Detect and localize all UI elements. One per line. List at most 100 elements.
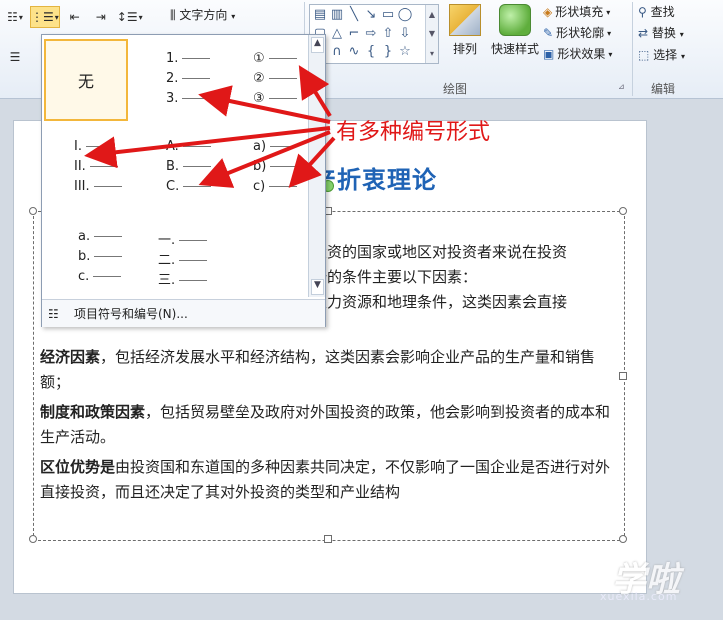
text-direction-icon: ⫼: [170, 8, 180, 22]
replace-icon: ⇄: [638, 26, 649, 40]
number-sample: ③: [253, 91, 297, 106]
number-sample: B.: [166, 159, 212, 174]
number-sample: II.: [74, 159, 118, 174]
quick-styles-label: 快速样式: [490, 42, 539, 56]
vertical-textbox-shape-icon[interactable]: ▥: [329, 7, 345, 23]
paragraph-heading: 区位优势是: [40, 458, 116, 476]
number-sample: 1.: [166, 51, 211, 66]
replace-button[interactable]: ⇄ 替换 ▾: [638, 23, 685, 45]
select-button[interactable]: ⬚ 选择 ▾: [638, 45, 685, 67]
textbox-shape-icon[interactable]: ▤: [312, 7, 328, 23]
numbering-button[interactable]: ⋮☰ ▾: [30, 6, 60, 28]
shape-format-list: ◈ 形状填充 ▾ ✎ 形状轮廓 ▾ ▣ 形状效果 ▾: [543, 2, 612, 65]
replace-label: 替换: [651, 26, 676, 40]
scroll-up-icon[interactable]: ▲: [311, 37, 324, 53]
list-icon: ☷: [48, 306, 59, 321]
number-sample: ①: [253, 51, 297, 66]
editing-group-label: 编辑: [651, 82, 676, 96]
find-label: 查找: [650, 5, 675, 19]
rectangle-shape-icon[interactable]: ▭: [380, 7, 396, 23]
number-sample: b.: [78, 249, 123, 264]
select-label: 选择: [653, 48, 678, 62]
number-sample: a.: [78, 229, 123, 244]
quick-styles-icon: [499, 4, 531, 36]
number-sample: c.: [78, 269, 122, 284]
gallery-scrollbar[interactable]: ▲ ▼: [308, 35, 325, 297]
quick-styles-button[interactable]: 快速样式: [488, 4, 542, 57]
paragraph-heading: 经济因素: [40, 348, 101, 366]
line-spacing-icon[interactable]: ↕☰ ▾: [116, 6, 144, 28]
number-sample: 二.: [158, 249, 208, 268]
drawing-group-label: 绘图: [443, 82, 468, 96]
numbering-none-option[interactable]: 无: [44, 39, 128, 121]
number-sample: 2.: [166, 71, 211, 86]
shape-outline-button[interactable]: ✎ 形状轮廓 ▾: [543, 23, 612, 44]
editing-group: ⚲ 查找 ⇄ 替换 ▾ ⬚ 选择 ▾: [638, 2, 685, 67]
number-sample: c): [253, 179, 298, 194]
oval-shape-icon[interactable]: ◯: [397, 7, 413, 23]
shape-effects-button[interactable]: ▣ 形状效果 ▾: [543, 44, 612, 65]
shape-fill-button[interactable]: ◈ 形状填充 ▾: [543, 2, 612, 23]
number-sample: ②: [253, 71, 297, 86]
resize-handle[interactable]: [29, 535, 37, 543]
number-sample: C.: [166, 179, 212, 194]
number-sample: III.: [74, 179, 122, 194]
shape-effects-label: 形状效果: [557, 47, 606, 61]
left-brace-shape-icon[interactable]: {: [363, 44, 379, 60]
number-sample: a): [253, 139, 299, 154]
arrange-icon: [449, 4, 481, 36]
number-sample: A.: [166, 139, 211, 154]
arrange-label: 排列: [452, 42, 477, 56]
numbering-arabic-option[interactable]: 1. 2. 3.: [160, 51, 248, 135]
scroll-down-icon[interactable]: ▼: [311, 279, 324, 295]
dialog-launcher-icon[interactable]: ⊿: [618, 82, 625, 91]
none-label: 无: [77, 72, 94, 91]
arrow-line-shape-icon[interactable]: ↘: [363, 7, 379, 23]
paragraph-tools: ☷ ▾ ⋮☰ ▾ ⇤ ⇥ ↕☰ ▾: [4, 6, 144, 28]
cursor-icon: ⬚: [638, 48, 650, 62]
find-button[interactable]: ⚲ 查找: [638, 2, 685, 23]
numbering-roman-option[interactable]: I. II. III.: [68, 139, 156, 223]
numbering-gallery[interactable]: 无 1. 2. 3. ① ② ③ I. II. III. A. B. C. a)…: [41, 34, 326, 327]
paragraph-location: 区位优势是由投资国和东道国的多种因素共同决定，不仅影响了一国企业是否进行对外直接…: [40, 455, 620, 505]
resize-handle[interactable]: [324, 535, 332, 543]
shape-fill-label: 形状填充: [555, 5, 604, 19]
paragraph-text: 由投资国和东道国的多种因素共同决定，不仅影响了一国企业是否进行对外直接投资，而且…: [40, 458, 611, 501]
paragraph-economic: 经济因素，包括经济发展水平和经济结构，这类因素会影响企业产品的生产量和销售额；: [40, 345, 620, 395]
shapes-scrollbar[interactable]: ▲ ▼ ▾: [425, 5, 438, 63]
paint-bucket-icon: ◈: [543, 5, 553, 19]
decrease-indent-icon[interactable]: ⇤: [64, 6, 86, 28]
text-direction-label: 文字方向: [179, 8, 228, 22]
annotation-text: 有多种编号形式: [336, 120, 491, 145]
right-brace-shape-icon[interactable]: }: [380, 44, 396, 60]
bullets-numbering-dialog-link[interactable]: ☷ 项目符号和编号(N)...: [42, 299, 325, 327]
bullets-button[interactable]: ☷ ▾: [4, 6, 26, 28]
bullets-numbering-label: 项目符号和编号(N)...: [74, 307, 188, 321]
group-separator: [632, 2, 633, 96]
align-tools: ☰: [4, 46, 26, 68]
resize-handle[interactable]: [619, 207, 627, 215]
text-direction-button[interactable]: ⫼ 文字方向 ▾: [170, 6, 235, 23]
star-shape-icon[interactable]: ☆: [397, 44, 413, 60]
line-shape-icon[interactable]: ╲: [346, 7, 362, 23]
number-sample: I.: [74, 139, 114, 154]
number-sample: 三.: [158, 269, 208, 288]
triangle-shape-icon[interactable]: △: [329, 26, 345, 42]
number-sample: 3.: [166, 91, 211, 106]
number-sample: b): [253, 159, 299, 174]
right-arrow-shape-icon[interactable]: ⇨: [363, 26, 379, 42]
resize-handle[interactable]: [619, 372, 627, 380]
numbering-alpha-upper-option[interactable]: A. B. C.: [160, 139, 248, 223]
increase-indent-icon[interactable]: ⇥: [90, 6, 112, 28]
down-arrow-shape-icon[interactable]: ⇩: [397, 26, 413, 42]
arrange-button[interactable]: 排列: [440, 4, 490, 57]
align-left-icon[interactable]: ☰: [4, 46, 26, 68]
pen-icon: ✎: [543, 26, 554, 40]
elbow-connector-shape-icon[interactable]: ⌐: [346, 26, 362, 42]
paragraph-heading: 制度和政策因素: [40, 403, 146, 421]
resize-handle[interactable]: [29, 207, 37, 215]
resize-handle[interactable]: [619, 535, 627, 543]
effects-icon: ▣: [543, 47, 555, 61]
freeform-shape-icon[interactable]: ∿: [346, 44, 362, 60]
up-arrow-shape-icon[interactable]: ⇧: [380, 26, 396, 42]
